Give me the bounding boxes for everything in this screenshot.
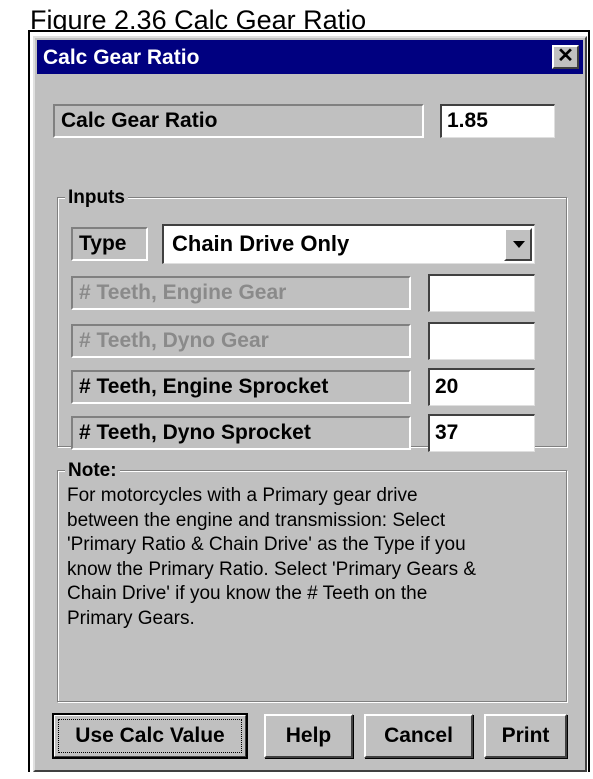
note-line: between the engine and transmission: Sel… (67, 509, 446, 531)
note-line: Chain Drive' if you know the # Teeth on … (67, 583, 428, 605)
dialog-title: Calc Gear Ratio (43, 46, 200, 69)
note-title: Note: (65, 460, 120, 482)
dyno-sprocket-teeth-input[interactable]: 37 (428, 414, 535, 452)
print-button[interactable]: Print (484, 714, 567, 758)
type-dropdown[interactable]: Chain Drive Only (162, 224, 535, 264)
engine-sprocket-teeth-label: # Teeth, Engine Sprocket (71, 370, 411, 404)
dyno-gear-teeth-label: # Teeth, Dyno Gear (71, 324, 411, 358)
engine-sprocket-teeth-input[interactable]: 20 (428, 368, 535, 406)
cancel-button[interactable]: Cancel (364, 714, 473, 758)
dyno-sprocket-teeth-label: # Teeth, Dyno Sprocket (71, 416, 411, 450)
inputs-group-title: Inputs (65, 187, 128, 209)
calc-gear-ratio-dialog: Calc Gear Ratio ✕ Calc Gear Ratio 1.85 I… (33, 36, 587, 772)
type-label: Type (71, 227, 148, 261)
note-line: know the Primary Ratio. Select 'Primary … (67, 558, 477, 580)
dialog-titlebar[interactable]: Calc Gear Ratio ✕ (37, 40, 583, 74)
engine-gear-teeth-input[interactable] (428, 274, 535, 312)
focus-rect (58, 719, 242, 753)
dyno-gear-teeth-input[interactable] (428, 322, 535, 360)
note-line: 'Primary Ratio & Chain Drive' as the Typ… (67, 534, 466, 556)
calc-gear-ratio-value[interactable]: 1.85 (440, 104, 555, 138)
close-icon[interactable]: ✕ (552, 45, 579, 69)
engine-gear-teeth-label: # Teeth, Engine Gear (71, 276, 411, 310)
note-line: Primary Gears. (67, 607, 195, 629)
note-text: For motorcycles with a Primary gear driv… (67, 484, 476, 632)
help-button[interactable]: Help (264, 714, 353, 758)
type-dropdown-value: Chain Drive Only (172, 231, 350, 256)
chevron-down-icon[interactable] (504, 228, 532, 261)
use-calc-value-button[interactable]: Use Calc Value (52, 713, 248, 759)
note-line: For motorcycles with a Primary gear driv… (67, 485, 418, 506)
calc-gear-ratio-label: Calc Gear Ratio (53, 104, 424, 138)
